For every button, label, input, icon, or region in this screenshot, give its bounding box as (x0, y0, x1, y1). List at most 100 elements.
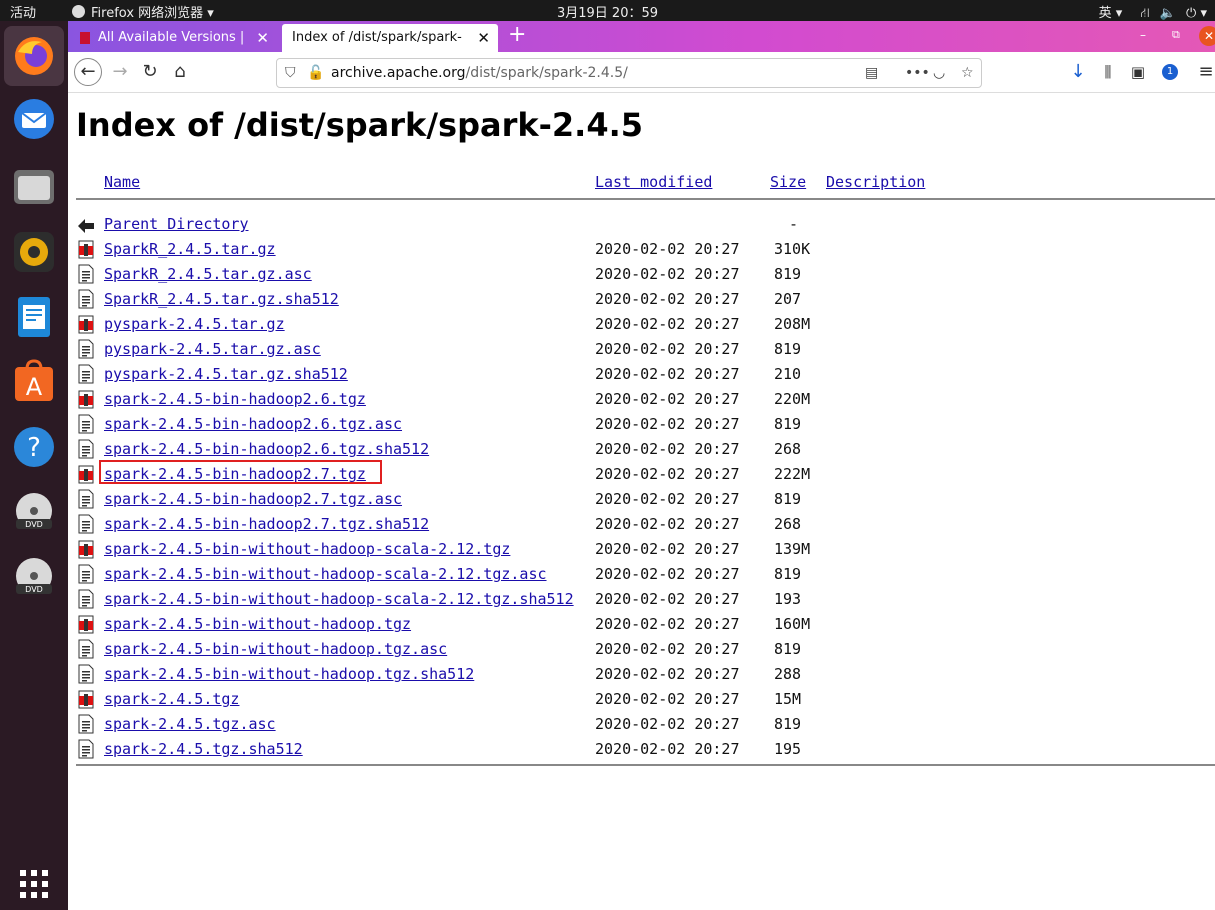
dock-firefox[interactable] (4, 26, 64, 86)
file-link[interactable]: spark-2.4.5-bin-hadoop2.6.tgz.sha512 (104, 440, 429, 458)
file-link[interactable]: pyspark-2.4.5.tar.gz.asc (104, 340, 321, 358)
file-link[interactable]: SparkR_2.4.5.tar.gz.sha512 (104, 290, 339, 308)
file-link[interactable]: spark-2.4.5-bin-without-hadoop.tgz.sha51… (104, 665, 474, 683)
system-tray[interactable]: 英 ▾ ⛙ 🔈 ⏻ ▾ (1099, 2, 1207, 23)
table-row: spark-2.4.5-bin-hadoop2.6.tgz 2020-02-02 … (68, 388, 1215, 413)
shield-icon: ⛉ (285, 65, 296, 81)
reload-button[interactable]: ↻ (138, 60, 162, 84)
size-cell: 819 (774, 490, 802, 508)
last-modified-cell: 2020-02-02 20:27 (595, 390, 740, 408)
last-modified-cell: 2020-02-02 20:27 (595, 515, 740, 533)
size-cell: 819 (774, 340, 802, 358)
size-cell: 819 (774, 565, 802, 583)
back-button[interactable]: ← (74, 58, 102, 86)
file-link[interactable]: spark-2.4.5-bin-without-hadoop-scala-2.1… (104, 540, 510, 558)
text-file-icon (76, 439, 96, 459)
size-cell: 819 (774, 715, 802, 733)
dock-libreoffice-writer[interactable] (12, 295, 56, 339)
file-link[interactable]: spark-2.4.5-bin-without-hadoop.tgz (104, 615, 411, 633)
address-bar[interactable]: ⛉ 🔓 archive.apache.org/dist/spark/spark-… (276, 58, 982, 88)
table-row: spark-2.4.5-bin-without-hadoop.tgz.asc 20… (68, 638, 1215, 663)
last-modified-cell: 2020-02-02 20:27 (595, 490, 740, 508)
file-link[interactable]: spark-2.4.5-bin-without-hadoop.tgz.asc (104, 640, 447, 658)
document-icon (18, 297, 50, 337)
column-header-name[interactable]: Name (104, 173, 140, 191)
new-tab-button[interactable]: + (508, 22, 526, 47)
page-actions-icon[interactable]: ••• (905, 59, 930, 87)
close-window-icon[interactable]: ✕ (1199, 26, 1215, 46)
text-file-icon (76, 589, 96, 609)
size-cell: 222M (774, 465, 811, 483)
sidebar-icon[interactable]: ▣ (1126, 60, 1150, 84)
file-link[interactable]: spark-2.4.5-bin-hadoop2.7.tgz (104, 465, 366, 483)
file-link[interactable]: SparkR_2.4.5.tar.gz (104, 240, 276, 258)
home-button[interactable]: ⌂ (168, 60, 192, 84)
file-link[interactable]: pyspark-2.4.5.tar.gz.sha512 (104, 365, 348, 383)
clock[interactable]: 3月19日 20：59 (0, 2, 1215, 21)
file-link[interactable]: spark-2.4.5.tgz (104, 690, 239, 708)
file-link[interactable]: spark-2.4.5-bin-hadoop2.7.tgz.asc (104, 490, 402, 508)
dock-software-center[interactable]: A (12, 359, 56, 403)
bookmark-star-icon[interactable]: ☆ (961, 59, 974, 87)
dock-rhythmbox[interactable] (12, 230, 56, 274)
last-modified-cell: 2020-02-02 20:27 (595, 415, 740, 433)
close-tab-icon[interactable]: ✕ (256, 24, 269, 52)
dock-dvd-2[interactable]: DVD (12, 556, 56, 600)
hamburger-menu-icon[interactable]: ≡ (1194, 60, 1215, 84)
close-tab-icon[interactable]: ✕ (477, 24, 490, 52)
dock-dvd-1[interactable]: DVD (12, 491, 56, 535)
file-link[interactable]: spark-2.4.5.tgz.asc (104, 715, 276, 733)
file-link[interactable]: pyspark-2.4.5.tar.gz (104, 315, 285, 333)
archive-icon (76, 389, 96, 409)
text-file-icon (76, 739, 96, 759)
downloads-icon[interactable]: ↓ (1066, 60, 1090, 84)
last-modified-cell: 2020-02-02 20:27 (595, 365, 740, 383)
text-file-icon (76, 339, 96, 359)
top-divider (76, 198, 1215, 200)
text-file-icon (76, 289, 96, 309)
insecure-lock-icon: 🔓 (307, 65, 325, 81)
restore-window-icon[interactable]: ⧉ (1172, 28, 1180, 42)
last-modified-cell: 2020-02-02 20:27 (595, 590, 740, 608)
last-modified-cell: 2020-02-02 20:27 (595, 715, 740, 733)
file-link[interactable]: SparkR_2.4.5.tar.gz.asc (104, 265, 312, 283)
file-link[interactable]: spark-2.4.5-bin-without-hadoop-scala-2.1… (104, 590, 574, 608)
library-icon[interactable]: ⫼ (1096, 60, 1120, 84)
volume-icon[interactable]: 🔈 (1160, 6, 1176, 21)
pocket-icon[interactable]: ◡ (933, 59, 945, 87)
speaker-icon (14, 232, 54, 272)
notification-badge[interactable]: 1 (1162, 64, 1178, 80)
reader-view-icon[interactable]: ▤ (865, 59, 878, 87)
size-cell: 819 (774, 640, 802, 658)
dock-help[interactable]: ? (12, 425, 56, 469)
show-applications-button[interactable] (12, 862, 56, 906)
text-file-icon (76, 514, 96, 534)
table-row: spark-2.4.5-bin-hadoop2.7.tgz.asc 2020-02… (68, 488, 1215, 513)
file-link[interactable]: spark-2.4.5-bin-hadoop2.7.tgz.sha512 (104, 515, 429, 533)
network-icon[interactable]: ⛙ (1140, 6, 1149, 21)
dock-files[interactable] (12, 164, 56, 208)
column-header-description[interactable]: Description (826, 173, 925, 191)
size-cell: 268 (774, 440, 802, 458)
minimize-window-icon[interactable]: – (1140, 28, 1146, 42)
input-method-indicator[interactable]: 英 ▾ (1099, 6, 1123, 21)
power-icon[interactable]: ⏻ ▾ (1186, 6, 1207, 21)
file-link[interactable]: spark-2.4.5-bin-without-hadoop-scala-2.1… (104, 565, 547, 583)
dock-thunderbird[interactable] (12, 97, 56, 141)
text-file-icon (76, 564, 96, 584)
tab-all-available-versions[interactable]: All Available Versions | Th ✕ (72, 24, 277, 52)
column-header-size[interactable]: Size (770, 173, 806, 191)
file-link[interactable]: spark-2.4.5-bin-hadoop2.6.tgz.asc (104, 415, 402, 433)
column-header-last-modified[interactable]: Last modified (595, 173, 712, 191)
last-modified-cell: 2020-02-02 20:27 (595, 540, 740, 558)
text-file-icon (76, 664, 96, 684)
svg-text:DVD: DVD (25, 585, 43, 594)
file-link[interactable]: spark-2.4.5.tgz.sha512 (104, 740, 303, 758)
tab-index-of-spark[interactable]: Index of /dist/spark/spark-2 ✕ (282, 24, 498, 52)
archive-icon (76, 239, 96, 259)
archive-icon (76, 689, 96, 709)
parent-directory-link[interactable]: Parent Directory (104, 215, 249, 233)
svg-text:DVD: DVD (25, 520, 43, 529)
forward-button[interactable]: → (108, 60, 132, 84)
file-link[interactable]: spark-2.4.5-bin-hadoop2.6.tgz (104, 390, 366, 408)
